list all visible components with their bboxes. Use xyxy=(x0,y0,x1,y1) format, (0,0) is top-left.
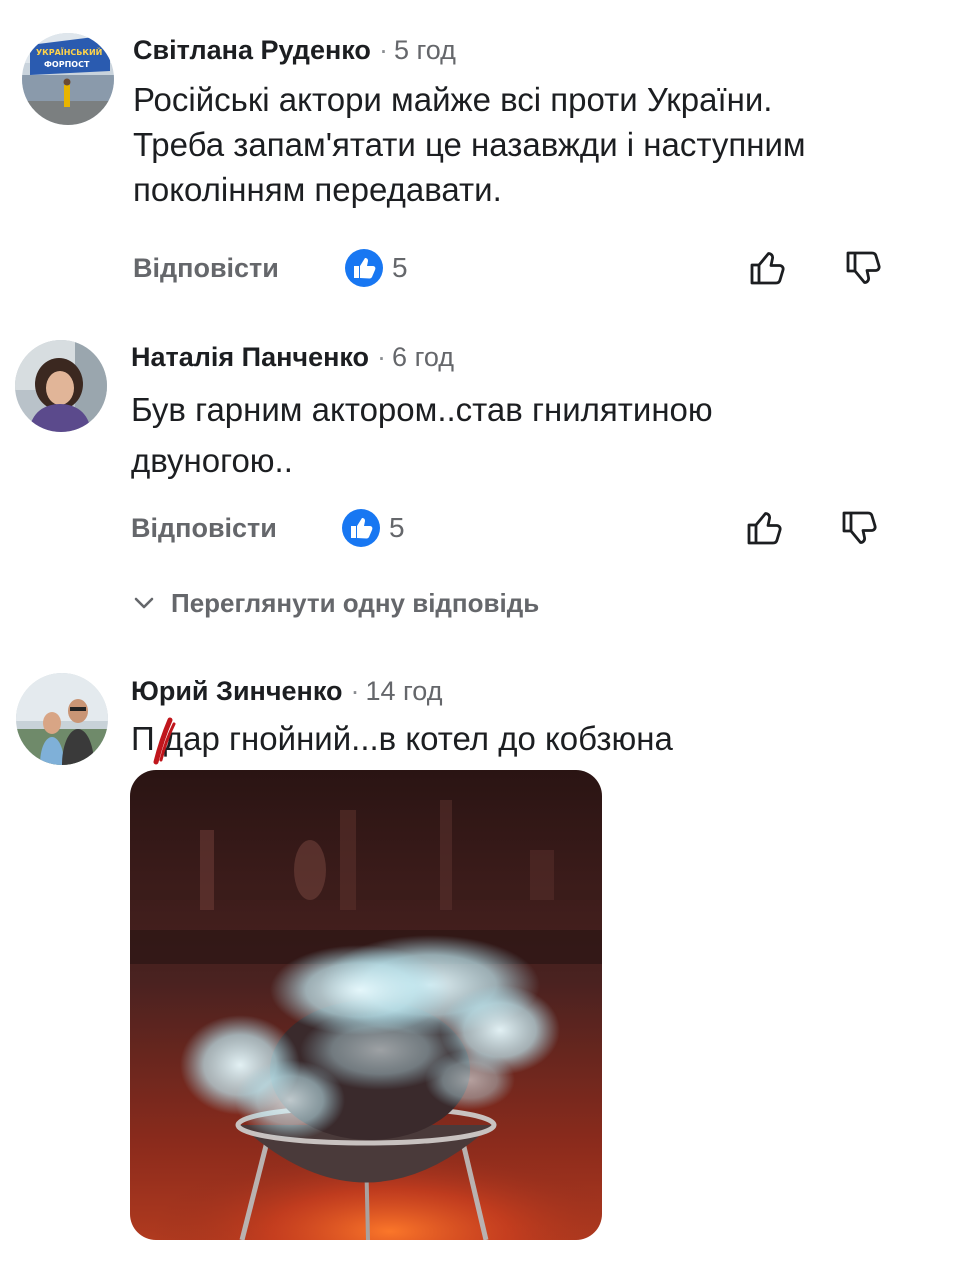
chevron-down-icon xyxy=(134,597,154,609)
comment-text-line: поколінням передавати. xyxy=(133,171,502,208)
comment-header: Світлана Руденко · 5 год xyxy=(133,35,456,66)
like-count: 5 xyxy=(389,512,405,543)
censor-mark xyxy=(153,717,176,765)
avatar[interactable] xyxy=(15,340,107,432)
like-count: 5 xyxy=(392,252,408,283)
like-badge-icon xyxy=(342,509,380,547)
thumbs-down-icon[interactable] xyxy=(842,246,886,290)
comment-actions: Відповісти 5 xyxy=(0,243,961,293)
thumbs-up-icon[interactable] xyxy=(746,246,790,290)
cauldron-image xyxy=(130,770,602,1240)
avatar-photo-1: УКРАЇНСЬКИЙ ФОРПОСТ xyxy=(22,33,114,125)
svg-text:ФОРПОСТ: ФОРПОСТ xyxy=(44,60,90,69)
comment-text: П дар гнойний...в котел до кобзюна xyxy=(131,716,673,761)
comment-text-line: П дар гнойний...в котел до кобзюна xyxy=(131,720,673,757)
avatar-photo-3 xyxy=(16,673,108,765)
comment-time: 14 год xyxy=(365,676,443,706)
separator-dot: · xyxy=(350,676,360,706)
oboz-watermark: OBOZ.UA xyxy=(695,1183,955,1263)
comment-text: Російські актори майже всі проти України… xyxy=(133,77,806,212)
comment-header: Юрий Зинченко · 14 год xyxy=(131,676,442,707)
view-replies-label: Переглянути одну відповідь xyxy=(171,588,540,618)
author-name[interactable]: Юрий Зинченко xyxy=(131,676,343,706)
watermark-text: OBOZ.UA xyxy=(743,1200,955,1246)
avatar-sign-text: УКРАЇНСЬКИЙ xyxy=(36,46,102,57)
comment-media-image[interactable] xyxy=(130,770,602,1240)
comment-text-line: двуногою.. xyxy=(131,442,293,479)
thumbs-up-icon[interactable] xyxy=(743,506,787,550)
comment-text: Був гарним актором..став гнилятиною двун… xyxy=(131,384,713,486)
like-badge-icon xyxy=(345,249,383,287)
avatar-photo-2 xyxy=(15,340,107,432)
comment-text-line: Був гарним актором..став гнилятиною xyxy=(131,391,713,428)
comment-text-line: Треба запам'ятати це назавжди і наступни… xyxy=(133,126,806,163)
separator-dot: · xyxy=(378,35,388,65)
oboz-logo-icon xyxy=(696,1205,732,1241)
reply-button[interactable]: Відповісти xyxy=(131,513,277,544)
thumbs-down-icon[interactable] xyxy=(838,506,882,550)
comment-text-line: Російські актори майже всі проти України… xyxy=(133,81,773,118)
author-name[interactable]: Наталія Панченко xyxy=(131,342,369,372)
author-name[interactable]: Світлана Руденко xyxy=(133,35,371,65)
comment-actions: Відповісти 5 xyxy=(0,503,961,553)
comment-time: 5 год xyxy=(393,35,456,65)
avatar[interactable] xyxy=(16,673,108,765)
comment-header: Наталія Панченко · 6 год xyxy=(131,342,454,373)
reply-button[interactable]: Відповісти xyxy=(133,253,279,284)
separator-dot: · xyxy=(377,342,387,372)
avatar[interactable]: УКРАЇНСЬКИЙ ФОРПОСТ xyxy=(22,33,114,125)
comment-time: 6 год xyxy=(392,342,454,372)
